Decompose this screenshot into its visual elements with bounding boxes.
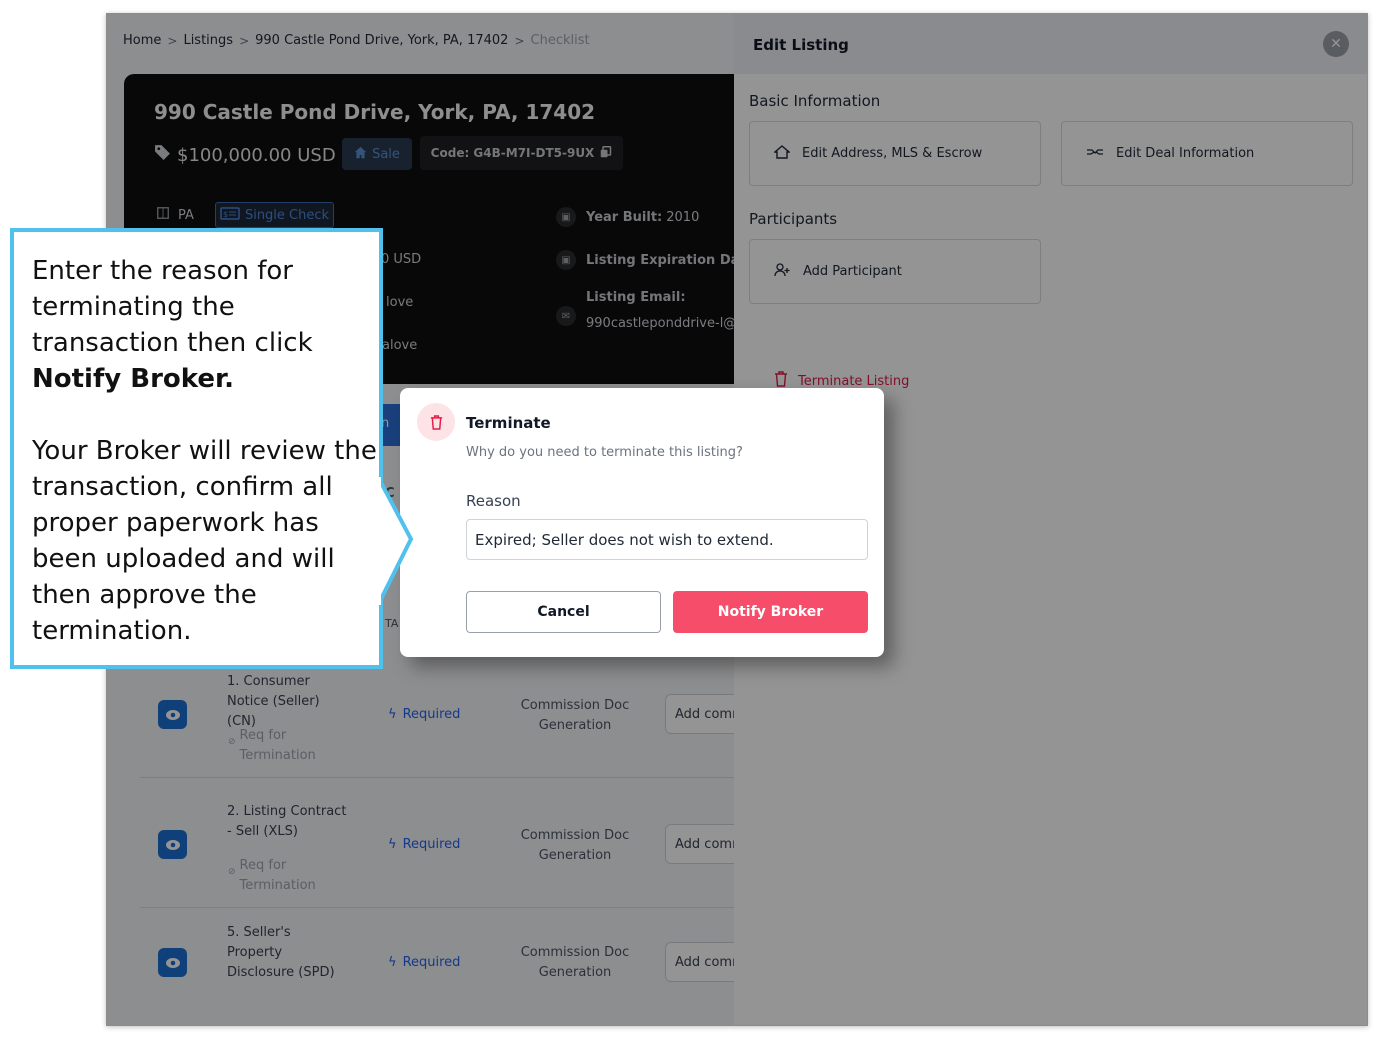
callout-line-1: Enter the reason for terminating the tra… <box>32 256 313 358</box>
notify-broker-button[interactable]: Notify Broker <box>673 591 868 633</box>
instruction-callout: Enter the reason for terminating the tra… <box>10 228 383 669</box>
callout-review-text: Your Broker will review the transaction,… <box>32 436 377 646</box>
trash-icon <box>417 403 455 441</box>
callout-period: . <box>224 364 235 394</box>
callout-step-text: Enter the reason for terminating the tra… <box>32 253 377 397</box>
terminate-modal: Terminate Why do you need to terminate t… <box>400 388 884 657</box>
reason-label: Reason <box>466 492 521 510</box>
callout-bold-text: Notify Broker <box>32 364 225 394</box>
modal-subtitle: Why do you need to terminate this listin… <box>466 445 743 460</box>
callout-spacer <box>32 397 379 433</box>
cancel-button[interactable]: Cancel <box>466 591 661 633</box>
modal-title: Terminate <box>466 414 551 432</box>
callout-pointer <box>378 476 414 606</box>
reason-input[interactable]: Expired; Seller does not wish to extend. <box>466 519 868 560</box>
